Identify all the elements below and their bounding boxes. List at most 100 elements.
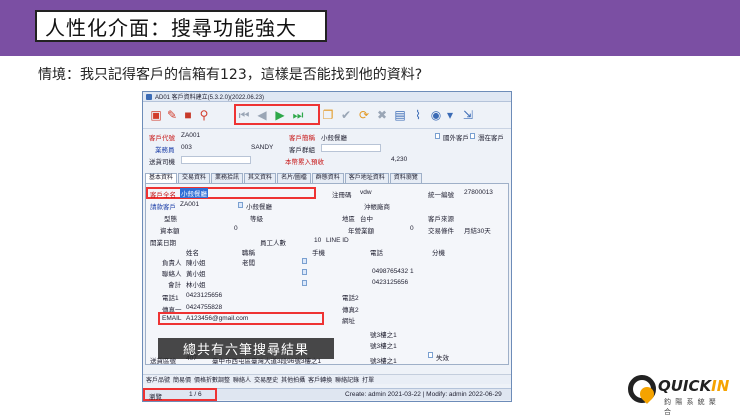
slide-title-box: 人性化介面：搜尋功能強大: [35, 10, 327, 42]
sales-code[interactable]: 003: [181, 144, 192, 151]
function-tab-0[interactable]: 客戶品號: [146, 375, 170, 384]
other-address-1[interactable]: 號3樓之1: [370, 329, 397, 339]
function-tab-5[interactable]: 其他拍攝: [281, 375, 305, 384]
capital-value[interactable]: 0: [234, 225, 238, 232]
region-label: 地區: [342, 216, 355, 223]
contact-header-mobile: 手機: [312, 250, 325, 257]
tab-0[interactable]: 基本資料: [145, 173, 178, 183]
invalid-label: 失效: [436, 355, 449, 362]
tab-7[interactable]: 資料瀏覽: [389, 173, 422, 183]
contact-phone-icon-2[interactable]: [302, 280, 307, 286]
function-tab-8[interactable]: 打單: [362, 375, 374, 384]
edit-icon[interactable]: ✎: [165, 108, 179, 122]
tab-6[interactable]: 客戶地址資料: [344, 173, 389, 183]
view-icon[interactable]: ◉: [429, 108, 443, 122]
dropdown-icon[interactable]: ▾: [443, 108, 457, 122]
billing-code[interactable]: ZA001: [180, 201, 199, 208]
email-label: EMAIL: [162, 315, 182, 322]
record-meta: Create: admin 2021-03-22 | Modify: admin…: [345, 391, 502, 398]
contact-role-0: 負責人: [162, 260, 182, 267]
receivable-value: 4,230: [391, 156, 408, 163]
staff-label: 員工人數: [260, 240, 286, 247]
overseas-checkbox[interactable]: [435, 133, 440, 139]
capital-label: 資本額: [160, 228, 180, 235]
email-value[interactable]: A123456@gmail.com: [186, 315, 248, 322]
tab-5[interactable]: 群態資料: [311, 173, 344, 183]
contact-name-2[interactable]: 林小姐: [186, 279, 206, 289]
potential-checkbox[interactable]: [470, 133, 475, 139]
full-name-value[interactable]: 小殼餐廳: [180, 188, 208, 198]
shipping-label: 送貨司機: [149, 159, 175, 166]
search-icon[interactable]: ⚲: [197, 108, 211, 122]
tax-id-label: 統一編號: [428, 192, 454, 199]
sales-label: 業務員: [155, 147, 175, 154]
copy-icon[interactable]: ❐: [321, 108, 335, 122]
group-field[interactable]: [321, 144, 381, 152]
receivable-label: 本幣累入預收: [285, 159, 324, 166]
revenue-label: 年營業額: [348, 228, 374, 235]
invalid-checkbox[interactable]: [428, 352, 433, 358]
attach-icon[interactable]: ⌇: [411, 108, 425, 122]
logo-subtitle: 鈞 陽 系 統 聚 合: [664, 398, 717, 416]
status-bar: 瀏覽 1 / 6 Create: admin 2021-03-22 | Modi…: [143, 388, 511, 401]
region-value[interactable]: 台中: [360, 213, 373, 223]
function-tab-6[interactable]: 客戶轉換: [308, 375, 332, 384]
shipping-field[interactable]: [181, 156, 251, 164]
fax1-value[interactable]: 0424755828: [186, 304, 222, 311]
window-title: AD01 客戶資料建立(5.3.2.0)(2022.06.23): [155, 95, 265, 101]
source-label: 客戶來源: [428, 216, 454, 223]
contact-phone-1[interactable]: 0498765432 1: [372, 268, 414, 275]
function-tabs: 客戶品號 簡易價 價格折數調整 聯絡人 交易歷史 其他拍攝 客戶轉換 聯絡記錄 打單: [143, 374, 511, 384]
reg-no-value[interactable]: vdw: [360, 189, 372, 196]
confirm-icon[interactable]: ✔: [339, 108, 353, 122]
billing-lookup-icon[interactable]: [238, 202, 243, 208]
contact-phone-icon-0[interactable]: [302, 258, 307, 264]
delete-icon[interactable]: ■: [181, 108, 195, 122]
tab-2[interactable]: 業務拾訊: [211, 173, 244, 183]
function-tab-4[interactable]: 交易歷史: [254, 375, 278, 384]
revenue-value[interactable]: 0: [410, 225, 414, 232]
function-tab-1[interactable]: 簡易價: [173, 375, 191, 384]
tab-3[interactable]: 其文資料: [244, 173, 277, 183]
tab-4[interactable]: 名片/圖檔: [277, 173, 311, 183]
other-address-3[interactable]: 號3樓之1: [370, 355, 397, 365]
contact-role-2: 會計: [168, 282, 181, 289]
cancel-icon[interactable]: ✖: [375, 108, 389, 122]
function-tab-7[interactable]: 聯絡記錄: [335, 375, 359, 384]
function-tab-3[interactable]: 聯絡人: [233, 375, 251, 384]
logo-brand-in: IN: [711, 377, 730, 395]
refresh-icon[interactable]: ⟳: [357, 108, 371, 122]
customer-short-value[interactable]: 小殼餐廳: [321, 132, 347, 142]
contact-phone-icon-1[interactable]: [302, 269, 307, 275]
reg-no-label: 注冊碼: [332, 192, 352, 199]
logo-brand: QUICKIN: [658, 377, 729, 395]
billing-name: 小殼餐廳: [246, 204, 272, 211]
contact-phone-2[interactable]: 0423125656: [372, 279, 408, 286]
add-icon[interactable]: ▣: [149, 108, 163, 122]
navigation-highlight: [234, 104, 320, 125]
open-date-label: 開業日期: [150, 240, 176, 247]
contact-name-0[interactable]: 陳小姐: [186, 257, 206, 267]
function-tab-2[interactable]: 價格折數調整: [194, 375, 230, 384]
exit-icon[interactable]: ⇲: [461, 108, 475, 122]
tab-1[interactable]: 交易資料: [178, 173, 211, 183]
billing-label: 請款客戶: [150, 204, 176, 211]
contact-title-0[interactable]: 老闆: [242, 257, 255, 267]
sales-name: SANDY: [251, 144, 274, 151]
contact-name-1[interactable]: 黃小姐: [186, 268, 206, 278]
list-icon[interactable]: ▤: [393, 108, 407, 122]
phone1-label: 電話1: [162, 295, 179, 302]
tax-id-value[interactable]: 27800013: [464, 189, 493, 196]
terms-value[interactable]: 月結30天: [464, 225, 491, 235]
scenario-question: 情境：我只記得客戶的信箱有123，這樣是否能找到他的資料?: [38, 67, 423, 83]
browse-label: 瀏覽: [149, 394, 162, 401]
window-title-bar: AD01 客戶資料建立(5.3.2.0)(2022.06.23): [143, 92, 511, 102]
logo-brand-quick: QUICK: [658, 377, 712, 395]
dept-label: 沖帳廠商: [364, 204, 390, 211]
record-counter: 1 / 6: [189, 391, 202, 398]
customer-code-value[interactable]: ZA001: [181, 132, 200, 139]
other-address-2[interactable]: 號3樓之1: [370, 340, 397, 350]
staff-value[interactable]: 10: [314, 237, 321, 244]
phone1-value[interactable]: 0423125656: [186, 292, 222, 299]
line-id-label: LINE ID: [326, 237, 349, 244]
